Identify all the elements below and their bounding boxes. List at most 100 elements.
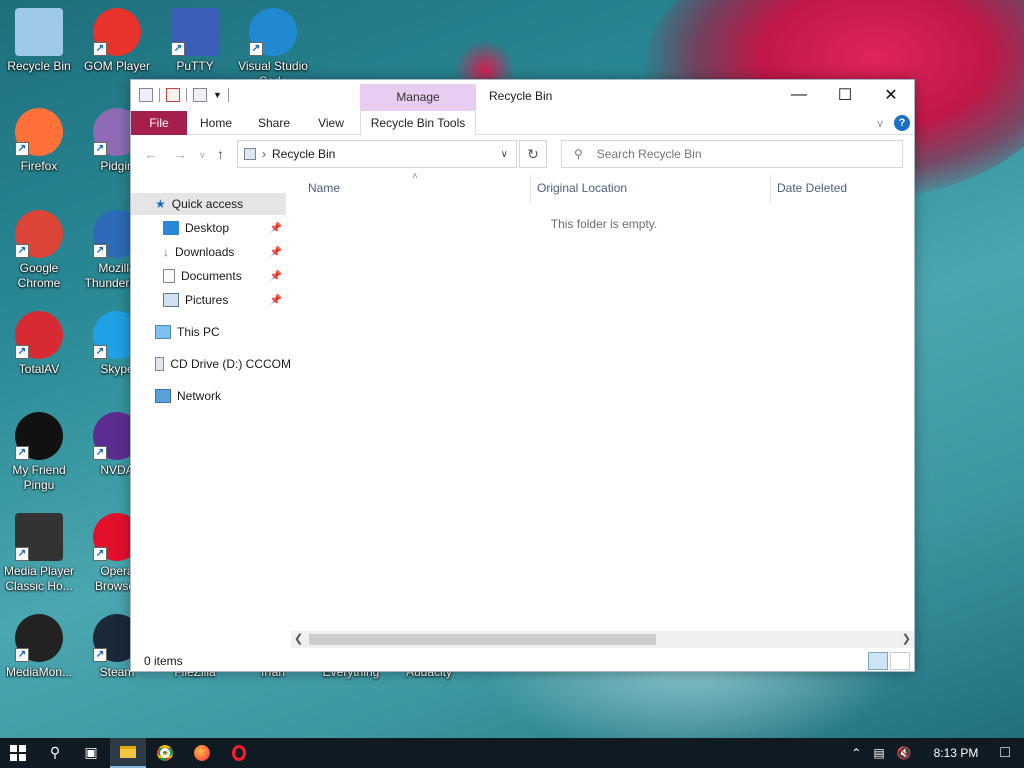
nav-quick-access[interactable]: ★ Quick access (131, 193, 286, 215)
shortcut-arrow-icon: ↗ (15, 547, 29, 561)
nav-cd-drive[interactable]: CD Drive (D:) CCCOM (155, 353, 291, 375)
shortcut-arrow-icon: ↗ (15, 142, 29, 156)
document-icon (163, 269, 175, 283)
desktop-shortcut[interactable]: ↗Visual Studio Code (234, 8, 312, 89)
pin-icon[interactable]: 📌 (270, 295, 282, 306)
start-windows-icon[interactable] (0, 738, 36, 768)
column-separator[interactable] (530, 175, 531, 203)
tab-view[interactable]: View (303, 111, 359, 135)
nav-downloads[interactable]: ↓ Downloads 📌 (163, 241, 286, 263)
recent-locations-icon[interactable]: ∨ (199, 150, 206, 161)
title-bar[interactable]: ▼ Manage Recycle Bin — ☐ ✕ (131, 80, 914, 111)
back-icon[interactable]: ← (144, 146, 158, 162)
pin-icon[interactable]: 📌 (270, 223, 282, 234)
help-icon[interactable]: ? (894, 115, 910, 131)
qat-separator (227, 88, 229, 102)
shortcut-arrow-icon: ↗ (15, 244, 29, 258)
star-icon: ★ (155, 197, 166, 211)
qat-separator (159, 88, 160, 102)
network-tray-icon[interactable]: ▤ (873, 746, 884, 760)
tab-recycle-bin-tools[interactable]: Recycle Bin Tools (360, 111, 476, 135)
nav-desktop[interactable]: Desktop 📌 (163, 217, 286, 239)
refresh-icon[interactable]: ↻ (519, 140, 547, 168)
column-date-deleted[interactable]: Date Deleted (777, 181, 847, 195)
cd-drive-icon (155, 357, 165, 371)
column-name[interactable]: Name (308, 181, 340, 195)
forward-icon[interactable]: → (173, 146, 187, 162)
desktop-shortcut[interactable]: ↗ Google Chrome (0, 210, 78, 291)
desktop-shortcut[interactable]: ↗ MediaMon... (0, 614, 78, 680)
desktop-shortcut-label: Recycle Bin (7, 59, 71, 73)
close-icon[interactable]: ✕ (868, 80, 914, 110)
column-original-location[interactable]: Original Location (537, 181, 627, 195)
desktop-shortcut[interactable]: ↗ TotalAV (0, 311, 78, 377)
desktop-shortcut[interactable]: ↗ My Friend Pingu (0, 412, 78, 493)
desktop-shortcut[interactable]: ↗ Firefox (0, 108, 78, 174)
nav-label: Downloads (175, 245, 235, 259)
new-folder-icon[interactable] (193, 88, 207, 102)
pin-icon[interactable]: 📌 (270, 271, 282, 282)
shortcut-arrow-icon: ↗ (93, 142, 107, 156)
desktop-shortcut[interactable]: ↗ Media Player Classic Ho... (0, 513, 78, 594)
minimize-icon[interactable]: — (776, 80, 822, 110)
desktop-shortcut[interactable]: ↗ GOM Player (78, 8, 156, 74)
nav-documents[interactable]: Documents 📌 (163, 265, 286, 287)
download-arrow-icon: ↓ (163, 245, 169, 259)
column-separator[interactable] (770, 175, 771, 203)
desktop-shortcut-label: Google Chrome (17, 261, 61, 290)
status-bar: 0 items (131, 650, 914, 672)
tab-file[interactable]: File (131, 111, 187, 135)
desktop-shortcut-label: PuTTY (176, 59, 214, 73)
task-view-icon[interactable]: ▣ (73, 738, 109, 768)
address-box[interactable]: › Recycle Bin ∨ (237, 140, 517, 168)
computer-icon (155, 325, 171, 339)
search-icon: ⚲ (574, 147, 583, 161)
opera-icon[interactable] (221, 738, 257, 768)
chevron-up-icon[interactable]: ⌃ (851, 746, 861, 760)
manage-tab[interactable]: Manage (360, 84, 476, 111)
desktop-shortcut-label: Firefox (20, 159, 58, 173)
nav-label: Desktop (185, 221, 230, 235)
nav-network[interactable]: Network (155, 385, 286, 407)
horizontal-scrollbar[interactable]: ❮ ❯ (291, 631, 914, 648)
file-explorer-icon[interactable] (110, 738, 146, 768)
shortcut-arrow-icon: ↗ (93, 648, 107, 662)
scrollbar-thumb[interactable] (309, 634, 656, 645)
volume-muted-icon[interactable]: 🔇 (897, 746, 912, 760)
up-icon[interactable]: ↑ (217, 146, 224, 162)
tab-share[interactable]: Share (245, 111, 303, 135)
scroll-left-icon[interactable]: ❮ (294, 632, 303, 645)
chrome-icon[interactable] (147, 738, 183, 768)
expand-ribbon-icon[interactable]: ∨ (876, 117, 884, 130)
properties-icon[interactable] (139, 88, 153, 102)
address-text[interactable]: Recycle Bin (272, 147, 335, 161)
chevron-down-icon[interactable]: ▼ (213, 90, 222, 100)
firefox-icon[interactable] (184, 738, 220, 768)
shortcut-arrow-icon: ↗ (15, 345, 29, 359)
nav-this-pc[interactable]: This PC (155, 321, 286, 343)
search-input[interactable]: Search Recycle Bin (597, 147, 702, 161)
details-view-icon[interactable] (868, 652, 888, 670)
scroll-right-icon[interactable]: ❯ (902, 632, 911, 645)
search-box[interactable]: ⚲ Search Recycle Bin (561, 140, 903, 168)
large-icons-view-icon[interactable] (890, 652, 910, 670)
tab-home[interactable]: Home (187, 111, 245, 135)
sort-ascending-icon: ˄ (412, 171, 418, 182)
nav-label: Documents (181, 269, 242, 283)
nav-pictures[interactable]: Pictures 📌 (163, 289, 286, 311)
desktop-icon (163, 221, 179, 235)
shortcut-arrow-icon: ↗ (249, 42, 263, 56)
address-dropdown-icon[interactable]: ∨ (501, 149, 508, 160)
pin-icon[interactable]: 📌 (270, 247, 282, 258)
desktop-shortcut[interactable]: Recycle Bin (0, 8, 78, 74)
notifications-icon[interactable]: □ (1000, 744, 1010, 762)
checkmark-icon[interactable] (166, 88, 180, 102)
search-icon[interactable]: ⚲ (37, 738, 73, 768)
shortcut-arrow-icon: ↗ (93, 42, 107, 56)
mpc-icon: ↗ (15, 513, 63, 561)
maximize-icon[interactable]: ☐ (822, 80, 868, 110)
window-controls: — ☐ ✕ (776, 80, 914, 110)
desktop-shortcut[interactable]: ↗ PuTTY (156, 8, 234, 74)
putty-icon: ↗ (171, 8, 219, 56)
clock[interactable]: 8:13 PM (934, 746, 979, 760)
